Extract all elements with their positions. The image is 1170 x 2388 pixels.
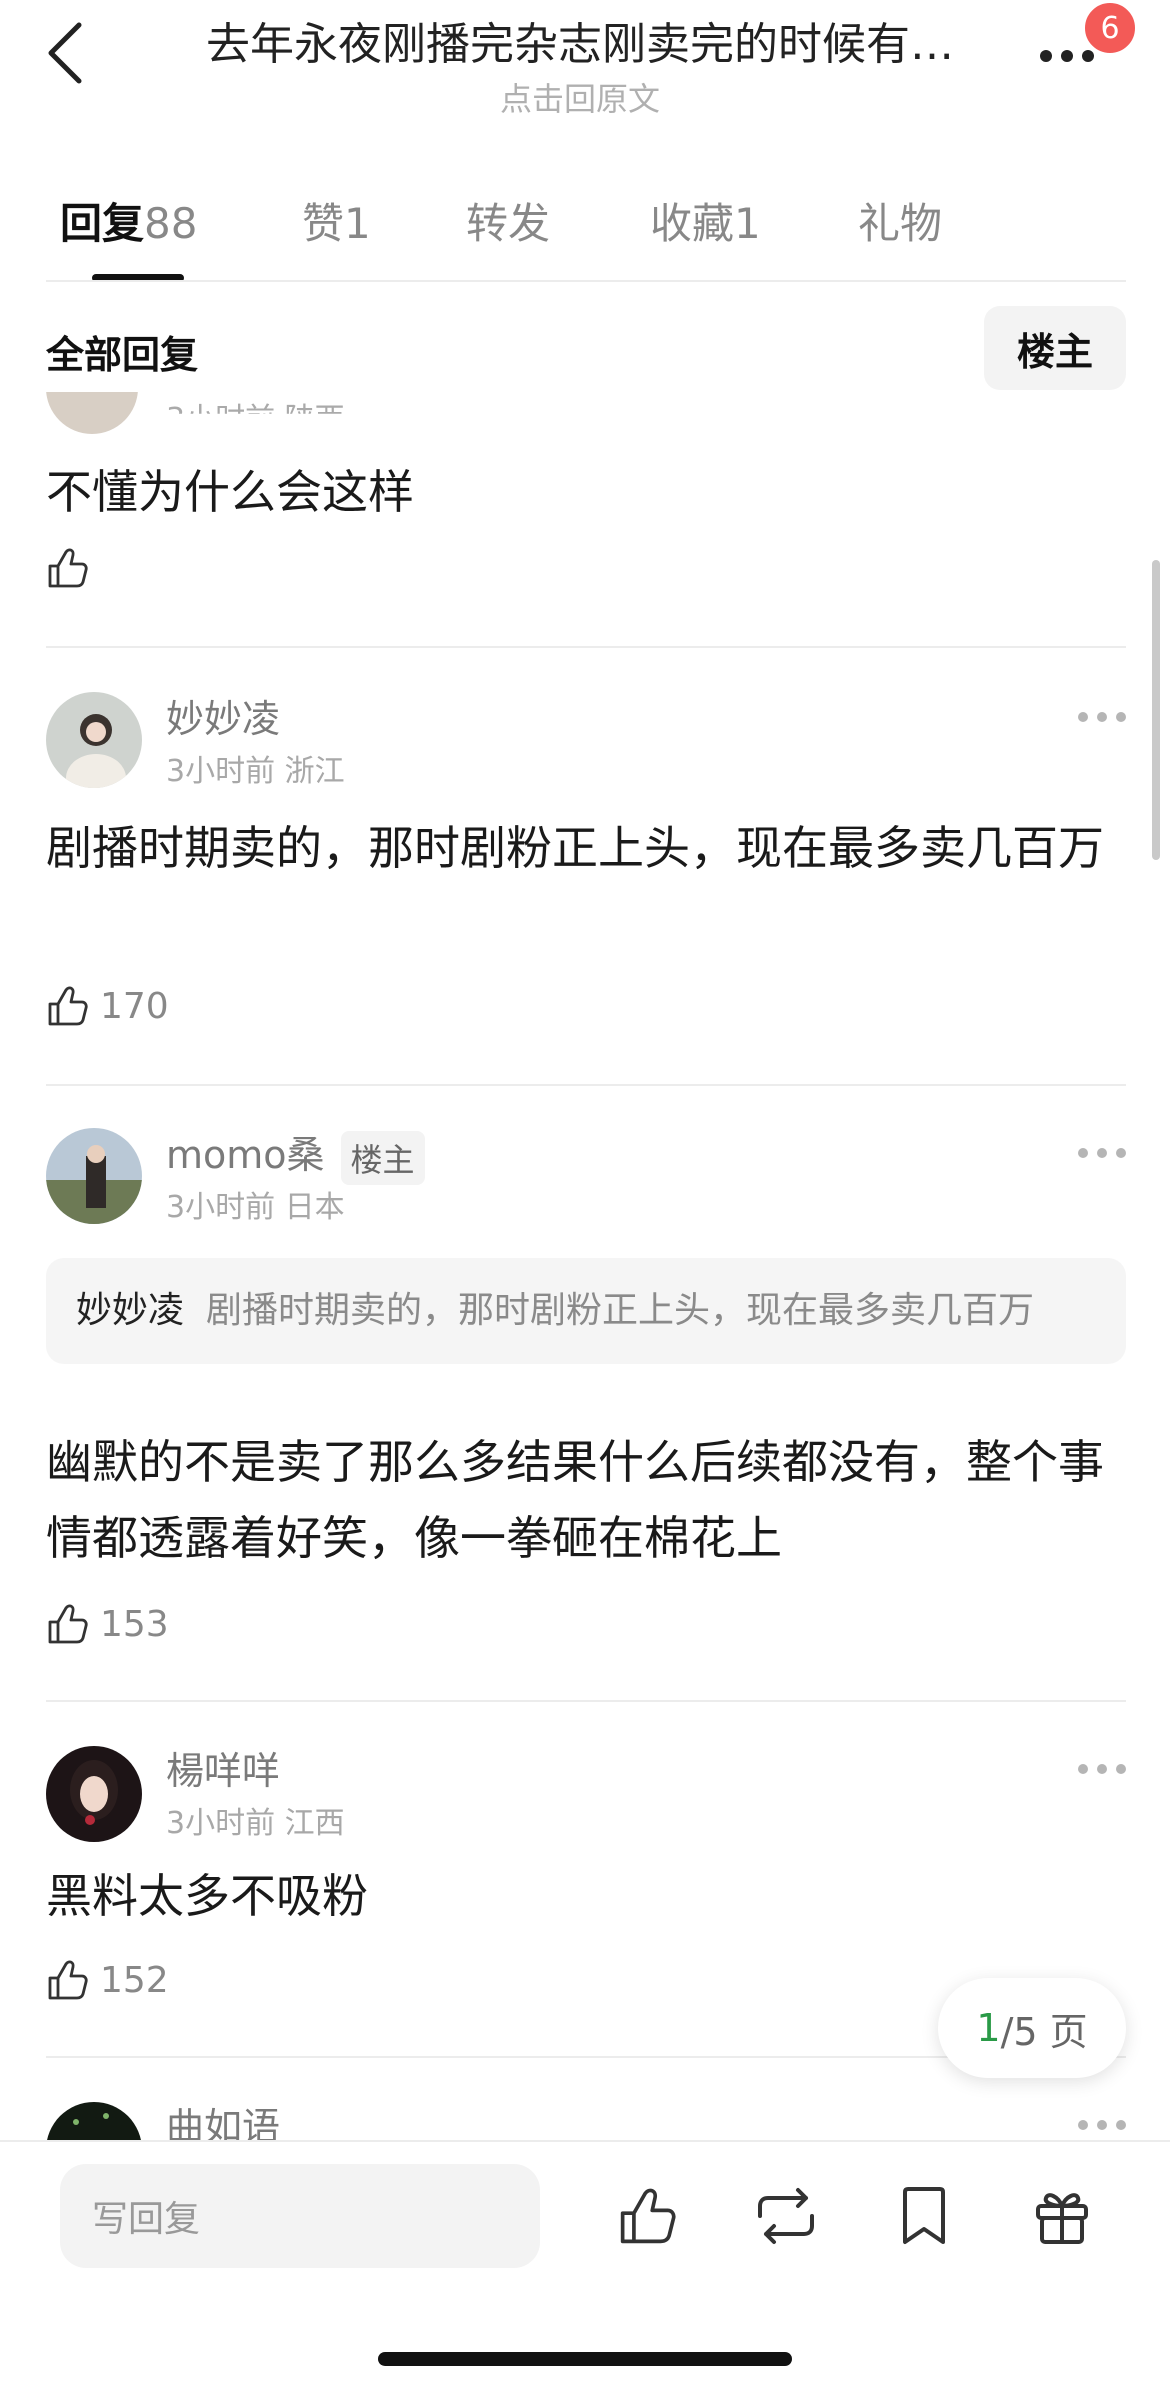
more-icon-dot — [1097, 712, 1107, 722]
like-count: 170 — [100, 985, 169, 1027]
avatar[interactable] — [46, 1128, 142, 1224]
top-navigation-bar: 去年永夜刚播完杂志刚卖完的时候有… 点击回原文 6 — [0, 0, 1170, 118]
reply-list[interactable]: 3小时前 陕西 不懂为什么会这样 妙妙凌 3小时前 浙江 剧播时期卖的，那时剧粉… — [0, 392, 1170, 2140]
thumbs-up-icon — [620, 2188, 676, 2244]
avatar-image — [46, 2102, 142, 2140]
comment-more-button[interactable] — [1078, 1764, 1126, 1776]
more-icon-dot — [1116, 2120, 1126, 2130]
like-button[interactable]: 153 — [46, 1602, 169, 1646]
more-icon-dot — [1116, 1148, 1126, 1158]
tab-reposts[interactable]: 转发 — [466, 190, 550, 251]
back-to-original-link[interactable]: 点击回原文 — [180, 74, 980, 120]
thumbs-up-icon — [48, 548, 88, 588]
more-icon — [1078, 1764, 1088, 1774]
like-button[interactable]: 170 — [46, 984, 169, 1028]
more-icon-dot — [1116, 712, 1126, 722]
comment-text[interactable]: 剧播时期卖的，那时剧粉正上头，现在最多卖几百万 — [46, 810, 1126, 886]
more-icon-dot — [1097, 2120, 1107, 2130]
avatar-image — [46, 1746, 142, 1842]
post-title[interactable]: 去年永夜刚播完杂志刚卖完的时候有… — [180, 8, 980, 72]
tab-label: 赞 — [302, 199, 345, 248]
avatar[interactable] — [46, 2102, 142, 2140]
comment-divider — [46, 1084, 1126, 1086]
owner-only-filter-button[interactable]: 楼主 — [984, 306, 1126, 390]
avatar-image — [46, 1128, 142, 1224]
bookmark-button[interactable] — [888, 2180, 960, 2252]
commenter-name[interactable]: 楊咩咩 — [166, 1740, 280, 1795]
more-icon — [1078, 1148, 1088, 1158]
more-icon-dot — [1097, 1148, 1107, 1158]
tab-favorites[interactable]: 收藏1 — [650, 190, 761, 251]
page-indicator[interactable]: 1/5 页 — [938, 1978, 1126, 2078]
avatar[interactable] — [46, 392, 138, 434]
like-count: 152 — [100, 1959, 169, 2001]
quoted-author: 妙妙凌 — [76, 1290, 185, 1331]
commenter-name[interactable]: 曲如语 — [166, 2096, 280, 2140]
comment-more-button[interactable] — [1078, 1148, 1126, 1160]
thumbs-up-icon — [48, 1960, 88, 2000]
avatar[interactable] — [46, 1746, 142, 1842]
comment-text[interactable]: 幽默的不是卖了那么多结果什么后续都没有，整个事情都透露着好笑，像一拳砸在棉花上 — [46, 1424, 1126, 1576]
all-replies-heading: 全部回复 — [46, 333, 199, 377]
tab-label: 礼物 — [858, 199, 943, 248]
like-button[interactable] — [46, 546, 100, 590]
like-button[interactable]: 152 — [46, 1958, 169, 2002]
comment-meta: 3小时前 日本 — [166, 1190, 345, 1225]
like-post-button[interactable] — [612, 2180, 684, 2252]
thumbs-up-icon — [48, 1604, 88, 1644]
tab-count: 88 — [144, 199, 198, 248]
tab-count: 1 — [734, 199, 761, 248]
comment-text[interactable]: 不懂为什么会这样 — [46, 454, 1126, 530]
comment-more-button[interactable] — [1078, 712, 1126, 724]
commenter-name-text: momo桑 — [166, 1133, 325, 1177]
more-icon-dot — [1061, 50, 1073, 62]
bottom-action-bar: 写回复 — [0, 2140, 1170, 2388]
post-title-area[interactable]: 去年永夜刚播完杂志刚卖完的时候有… 点击回原文 — [180, 8, 980, 120]
comment-divider — [46, 646, 1126, 648]
comment-text[interactable]: 黑料太多不吸粉 — [46, 1858, 1126, 1934]
avatar[interactable] — [46, 692, 142, 788]
tab-likes[interactable]: 赞1 — [302, 190, 371, 251]
repost-icon — [758, 2188, 814, 2244]
commenter-name[interactable]: momo桑 楼主 — [166, 1124, 425, 1185]
more-icon-dot — [1116, 1764, 1126, 1774]
repost-button[interactable] — [750, 2180, 822, 2252]
tab-replies[interactable]: 回复88 — [60, 190, 197, 251]
comment-meta: 3小时前 浙江 — [166, 754, 345, 789]
tab-gifts[interactable]: 礼物 — [858, 190, 942, 251]
avatar-image — [46, 692, 142, 788]
tab-label: 转发 — [466, 199, 551, 248]
thumbs-up-icon — [48, 986, 88, 1026]
tab-count: 1 — [344, 199, 371, 248]
more-icon — [1078, 2120, 1088, 2130]
comment-divider — [46, 1700, 1126, 1702]
quoted-text: 剧播时期卖的，那时剧粉正上头，现在最多卖几百万 — [206, 1290, 1035, 1331]
bookmark-icon — [903, 2187, 945, 2244]
more-icon-dot — [1097, 1764, 1107, 1774]
back-button[interactable] — [40, 18, 90, 88]
gift-button[interactable] — [1026, 2180, 1098, 2252]
scrollbar[interactable] — [1152, 560, 1160, 860]
comment-meta: 3小时前 陕西 — [166, 402, 345, 437]
notification-badge: 6 — [1082, 0, 1138, 56]
comment-meta: 3小时前 江西 — [166, 1806, 345, 1841]
tabs-divider — [46, 280, 1126, 282]
more-icon — [1078, 712, 1088, 722]
more-icon-dot — [1082, 50, 1094, 62]
comment-more-button[interactable] — [1078, 2120, 1126, 2132]
quoted-reply[interactable]: 妙妙凌 剧播时期卖的，那时剧粉正上头，现在最多卖几百万 — [46, 1258, 1126, 1364]
gift-icon — [1036, 2193, 1088, 2244]
tab-label: 回复 — [60, 199, 145, 248]
like-count: 153 — [100, 1603, 169, 1645]
interaction-tabs: 回复88 赞1 转发 收藏1 礼物 — [0, 170, 1170, 282]
tab-label: 收藏 — [650, 199, 735, 248]
commenter-name[interactable]: 妙妙凌 — [166, 688, 280, 743]
reply-input[interactable]: 写回复 — [60, 2164, 540, 2268]
current-page: 1 — [976, 2006, 1001, 2050]
owner-tag: 楼主 — [340, 1130, 425, 1185]
back-icon — [48, 22, 82, 84]
home-indicator[interactable] — [378, 2352, 792, 2366]
more-icon — [1040, 50, 1052, 62]
total-pages: /5 页 — [1000, 2009, 1088, 2054]
